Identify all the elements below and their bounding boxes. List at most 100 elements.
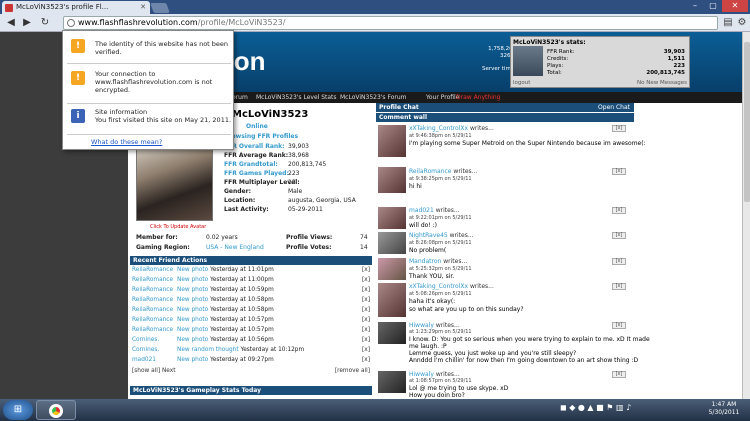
friend-user-link[interactable]: ReilaRomance <box>132 307 173 313</box>
nav-item-level-stats[interactable]: McLoViN3523's Level Stats <box>256 94 337 101</box>
commenter-avatar[interactable] <box>378 322 406 344</box>
friend-action-link[interactable]: New photo <box>177 307 208 313</box>
tray-icon[interactable]: ◆ <box>569 403 575 412</box>
friend-action-link[interactable]: New photo <box>177 327 208 333</box>
back-icon[interactable]: ◀ <box>4 16 18 30</box>
close-window-button[interactable]: ✕ <box>722 0 748 12</box>
minimize-button[interactable]: – <box>686 0 704 12</box>
delete-comment-icon[interactable]: [x] <box>612 283 626 290</box>
nav-item-draw[interactable]: Draw Anything <box>456 94 500 101</box>
remove-action-icon[interactable]: [x] <box>362 357 370 363</box>
friend-user-link[interactable]: Cornines. <box>132 347 159 353</box>
chrome-taskbar-button[interactable] <box>36 400 76 420</box>
remove-action-icon[interactable]: [x] <box>362 277 370 283</box>
delete-comment-icon[interactable]: [x] <box>612 232 626 239</box>
gameplay-stats-header: McLoViN3523's Gameplay Stats Today <box>130 386 372 395</box>
nav-item-your-profile[interactable]: Your Profile <box>426 94 459 101</box>
address-bar[interactable]: www.flashflashrevolution.com/profile/McL… <box>63 16 718 30</box>
taskbar-clock[interactable]: 1:47 AM 5/30/2011 <box>700 401 748 417</box>
network-icon[interactable]: ▥ <box>616 403 624 412</box>
commenter-avatar[interactable] <box>378 167 406 193</box>
friend-user-link[interactable]: ReilaRomance <box>132 327 173 333</box>
stat-label[interactable]: FFR Grandtotal: <box>224 161 278 168</box>
remove-all-link[interactable]: [remove all] <box>335 368 370 374</box>
site-info-title: Site information <box>95 108 148 116</box>
friend-action-link[interactable]: New random thought <box>177 347 239 353</box>
friend-action-link[interactable]: New photo <box>177 297 208 303</box>
tray-icon[interactable]: ▲ <box>587 403 593 412</box>
friend-action-link[interactable]: New photo <box>177 357 208 363</box>
tray-icon[interactable]: ◼ <box>560 403 567 412</box>
friend-action-link[interactable]: New photo <box>177 317 208 323</box>
forward-icon[interactable]: ▶ <box>20 16 34 30</box>
comment-date: at 1:08:57pm on 5/29/11 <box>409 378 472 384</box>
help-link[interactable]: What do these mean? <box>91 138 162 146</box>
commenter-link[interactable]: xXTaking_ControlXx <box>409 125 468 132</box>
wrench-icon[interactable]: ⚙ <box>736 17 748 29</box>
messages-link[interactable]: No New Messages <box>637 80 687 86</box>
gaming-region-value[interactable]: USA - New England <box>206 244 264 251</box>
vertical-scrollbar[interactable] <box>742 32 750 399</box>
remove-action-icon[interactable]: [x] <box>362 327 370 333</box>
commenter-link[interactable]: Mandatron <box>409 258 441 265</box>
start-button[interactable]: ⊞ <box>3 400 33 420</box>
remove-action-icon[interactable]: [x] <box>362 287 370 293</box>
remove-action-icon[interactable]: [x] <box>362 307 370 313</box>
commenter-avatar[interactable] <box>378 371 406 393</box>
remove-action-icon[interactable]: [x] <box>362 267 370 273</box>
delete-comment-icon[interactable]: [x] <box>612 207 626 214</box>
volume-icon[interactable]: ♪ <box>626 403 631 412</box>
site-info-icon[interactable] <box>67 19 75 27</box>
friend-user-link[interactable]: ReilaRomance <box>132 267 173 273</box>
remove-action-icon[interactable]: [x] <box>362 347 370 353</box>
delete-comment-icon[interactable]: [x] <box>612 258 626 265</box>
new-tab-button[interactable] <box>150 3 170 13</box>
friend-action-link[interactable]: New photo <box>177 277 208 283</box>
nav-item-user-forum[interactable]: McLoViN3523's Forum <box>340 94 407 101</box>
remove-action-icon[interactable]: [x] <box>362 297 370 303</box>
stats-avatar[interactable] <box>513 46 543 76</box>
delete-comment-icon[interactable]: [x] <box>612 125 626 132</box>
flag-icon[interactable]: ⚑ <box>606 403 613 412</box>
friend-action-link[interactable]: New photo <box>177 337 208 343</box>
friend-user-link[interactable]: ReilaRomance <box>132 277 173 283</box>
browser-tab[interactable]: McLoViN3523's profile Fl... ✕ <box>2 1 150 14</box>
commenter-link[interactable]: mad021 <box>409 207 434 214</box>
commenter-link[interactable]: Hiwwaly <box>409 322 434 329</box>
commenter-avatar[interactable] <box>378 207 406 229</box>
tray-icon[interactable]: ■ <box>596 403 604 412</box>
close-tab-icon[interactable]: ✕ <box>140 3 146 11</box>
friend-action-link[interactable]: New photo <box>177 287 208 293</box>
show-all-link[interactable]: [show all] Next <box>132 368 175 374</box>
commenter-link[interactable]: ReilaRomance <box>409 168 452 175</box>
open-chat-link[interactable]: Open Chat <box>598 104 630 111</box>
commenter-avatar[interactable] <box>378 125 406 157</box>
commenter-avatar[interactable] <box>378 258 406 280</box>
scrollbar-thumb[interactable] <box>744 42 750 202</box>
friend-user-link[interactable]: Cornines. <box>132 337 159 343</box>
friend-user-link[interactable]: mad021 <box>132 357 156 363</box>
page-menu-icon[interactable]: ▤ <box>722 17 734 29</box>
delete-comment-icon[interactable]: [x] <box>612 322 626 329</box>
commenter-avatar[interactable] <box>378 283 406 317</box>
friend-user-link[interactable]: ReilaRomance <box>132 317 173 323</box>
commenter-link[interactable]: NightRave45 <box>409 232 448 239</box>
logout-link[interactable]: logout <box>513 80 530 86</box>
friend-action-link[interactable]: New photo <box>177 267 208 273</box>
maximize-button[interactable]: ▢ <box>704 0 722 12</box>
delete-comment-icon[interactable]: [x] <box>612 168 626 175</box>
friend-user-link[interactable]: ReilaRomance <box>132 297 173 303</box>
stat-label[interactable]: FFR Games Played: <box>224 170 289 177</box>
update-avatar-link[interactable]: Click To Update Avatar <box>150 224 206 230</box>
commenter-link[interactable]: xXTaking_ControlXx <box>409 283 468 290</box>
commenter-link[interactable]: Hiwwaly <box>409 371 434 378</box>
reload-icon[interactable]: ↻ <box>38 16 52 30</box>
remove-action-icon[interactable]: [x] <box>362 317 370 323</box>
tray-icon[interactable]: ● <box>578 403 585 412</box>
profile-avatar[interactable] <box>136 143 213 221</box>
nav-item-forum[interactable]: orum <box>232 94 248 101</box>
remove-action-icon[interactable]: [x] <box>362 337 370 343</box>
friend-user-link[interactable]: ReilaRomance <box>132 287 173 293</box>
delete-comment-icon[interactable]: [x] <box>612 371 626 378</box>
commenter-avatar[interactable] <box>378 232 406 254</box>
